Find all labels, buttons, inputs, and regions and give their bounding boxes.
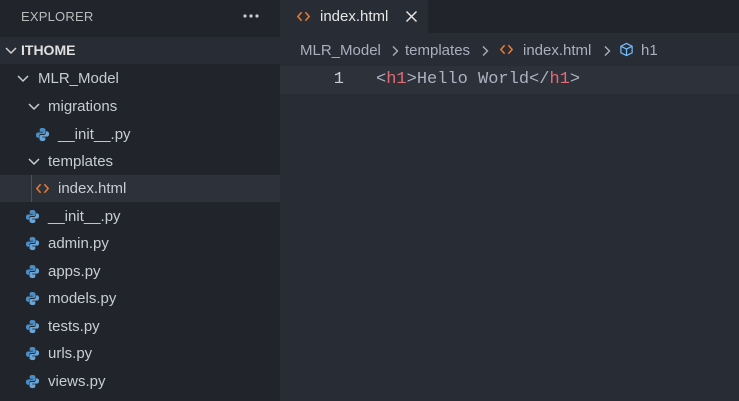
tree-item-label: apps.py xyxy=(48,263,101,280)
code-content[interactable]: <h1>Hello World</h1> xyxy=(376,70,580,89)
code-tag: h1 xyxy=(549,70,570,89)
tree-file-apps[interactable]: apps.py xyxy=(0,258,280,285)
html-file-icon xyxy=(35,183,50,194)
tree-file-tests[interactable]: tests.py xyxy=(0,313,280,340)
chevron-down-icon xyxy=(5,47,17,55)
code-punct: < xyxy=(376,70,387,89)
breadcrumb-item-index-html[interactable]: index.html xyxy=(523,42,591,59)
tree-file-admin[interactable]: admin.py xyxy=(0,230,280,257)
python-file-icon xyxy=(25,236,40,251)
python-file-icon xyxy=(35,127,50,142)
tree-item-label: admin.py xyxy=(48,235,109,252)
code-punct: </ xyxy=(529,70,550,89)
breadcrumb-item-h1[interactable]: h1 xyxy=(641,42,658,59)
chevron-right-icon xyxy=(604,46,611,56)
tree-item-label: models.py xyxy=(48,290,117,307)
code-punct: > xyxy=(406,70,417,89)
tree-file-views[interactable]: views.py xyxy=(0,368,280,395)
tab-label: index.html xyxy=(320,8,389,25)
python-file-icon xyxy=(25,319,40,334)
html-file-icon xyxy=(296,11,311,22)
chevron-right-icon xyxy=(482,46,489,56)
chevron-down-icon xyxy=(28,158,40,166)
python-file-icon xyxy=(25,346,40,361)
tab-bar: index.html xyxy=(280,0,739,33)
python-file-icon xyxy=(25,264,40,279)
tree-item-label: __init__.py xyxy=(48,208,121,225)
html-file-icon xyxy=(499,44,514,55)
tree-file-models[interactable]: models.py xyxy=(0,285,280,312)
symbol-element-icon xyxy=(620,42,633,57)
code-tag: h1 xyxy=(386,70,407,89)
tree-item-label: MLR_Model xyxy=(38,70,119,87)
explorer-sidebar: EXPLORER ITHOME MLR_Model migrations __i… xyxy=(0,0,280,401)
tree-item-label: views.py xyxy=(48,373,106,390)
tree-file-migrations-init[interactable]: __init__.py xyxy=(0,121,280,148)
code-punct: > xyxy=(569,70,581,89)
breadcrumb-item-templates[interactable]: templates xyxy=(405,42,470,59)
explorer-header: EXPLORER xyxy=(0,0,280,33)
chevron-down-icon xyxy=(28,103,40,111)
tree-file-index-html[interactable]: index.html xyxy=(0,175,280,202)
vscode-window: EXPLORER ITHOME MLR_Model migrations __i… xyxy=(0,0,739,401)
code-line-1[interactable]: 1 <h1>Hello World</h1> xyxy=(280,66,739,94)
python-file-icon xyxy=(25,374,40,389)
tree-folder-mlr-model[interactable]: MLR_Model xyxy=(0,65,280,92)
tree-folder-templates[interactable]: templates xyxy=(0,148,280,175)
line-number: 1 xyxy=(333,70,344,89)
indent-guide xyxy=(31,175,32,202)
tree-item-label: index.html xyxy=(58,180,127,197)
close-icon[interactable] xyxy=(404,9,419,24)
python-file-icon xyxy=(25,291,40,306)
tree-item-label: urls.py xyxy=(48,345,93,362)
breadcrumb-item-mlr-model[interactable]: MLR_Model xyxy=(300,42,381,59)
tree-file-init[interactable]: __init__.py xyxy=(0,203,280,230)
tree-item-label: migrations xyxy=(48,98,118,115)
ellipsis-icon[interactable] xyxy=(240,5,262,27)
workspace-section-label: ITHOME xyxy=(21,42,76,58)
tree-item-label: templates xyxy=(48,153,114,170)
tree-file-urls[interactable]: urls.py xyxy=(0,340,280,367)
explorer-title: EXPLORER xyxy=(21,9,94,24)
code-text: Hello World xyxy=(416,70,530,89)
editor-area: index.html MLR_Model templates index.htm… xyxy=(280,0,739,401)
python-file-icon xyxy=(25,209,40,224)
chevron-down-icon xyxy=(17,75,29,83)
tree-folder-migrations[interactable]: migrations xyxy=(0,93,280,120)
workspace-section-ithome[interactable]: ITHOME xyxy=(0,37,280,64)
tab-index-html[interactable]: index.html xyxy=(280,0,428,33)
tree-item-label: __init__.py xyxy=(58,126,131,143)
breadcrumb: MLR_Model templates index.html h1 xyxy=(280,38,739,62)
tree-item-label: tests.py xyxy=(48,318,100,335)
chevron-right-icon xyxy=(392,46,399,56)
